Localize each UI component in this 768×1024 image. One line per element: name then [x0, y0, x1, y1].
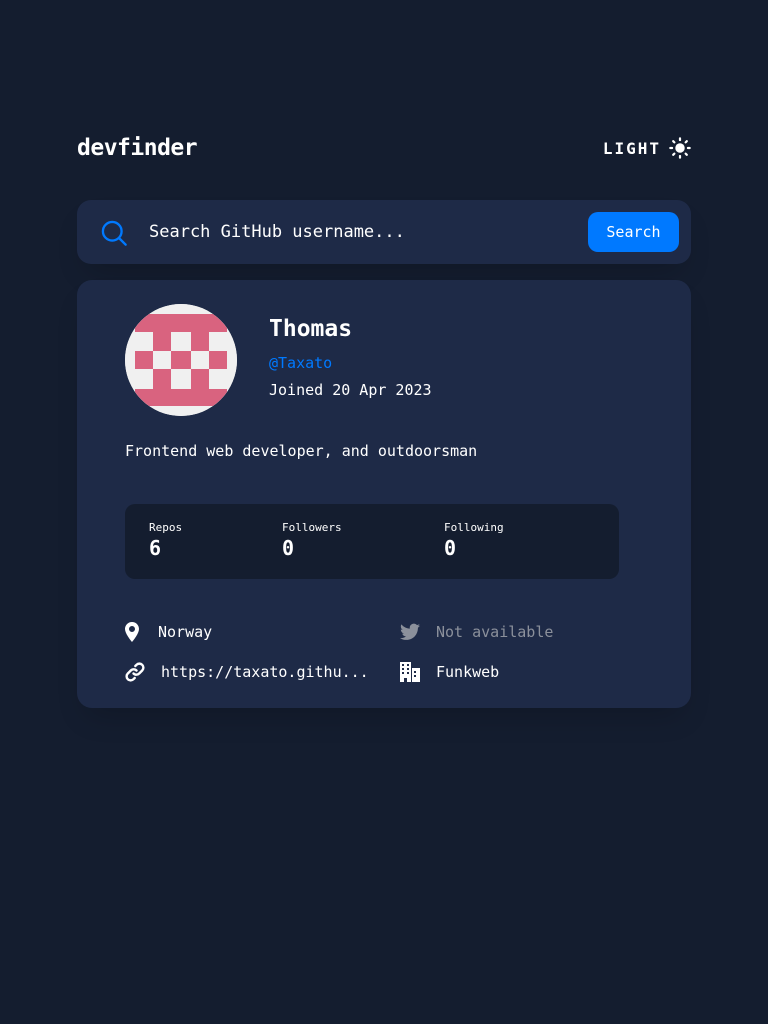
blog-info: https://taxato.githu...: [125, 660, 369, 684]
search-button[interactable]: Search: [588, 212, 679, 252]
twitter-text: Not available: [436, 623, 554, 641]
header: devfinder LIGHT: [77, 128, 691, 168]
office-building-icon: [400, 662, 420, 682]
avatar: [125, 304, 237, 416]
blog-link[interactable]: https://taxato.githu...: [161, 663, 369, 681]
link-icon: [125, 662, 145, 682]
profile-bio: Frontend web developer, and outdoorsman: [125, 442, 478, 460]
stat-followers-value: 0: [282, 536, 295, 560]
location-info: Norway: [125, 620, 212, 644]
location-text: Norway: [158, 623, 213, 641]
profile-joined-date: Joined 20 Apr 2023: [269, 381, 432, 399]
stat-following-label: Following: [444, 521, 504, 534]
twitter-info: Not available: [400, 620, 553, 644]
logo: devfinder: [77, 135, 198, 161]
twitter-icon: [400, 623, 420, 640]
profile-card: Thomas @Taxato Joined 20 Apr 2023 Fronte…: [77, 280, 691, 708]
company-text: Funkweb: [436, 663, 500, 681]
search-bar: Search: [77, 200, 691, 264]
search-icon: [101, 220, 127, 246]
stat-followers-label: Followers: [282, 521, 342, 534]
stat-followers: Followers 0: [282, 521, 342, 560]
stat-following: Following 0: [444, 521, 504, 560]
stats-panel: Repos 6 Followers 0 Following 0: [125, 504, 619, 579]
stat-following-value: 0: [444, 536, 457, 560]
profile-name: Thomas: [269, 316, 353, 342]
location-pin-icon: [125, 622, 139, 642]
stat-repos: Repos 6: [149, 521, 182, 560]
sun-icon[interactable]: [669, 137, 691, 159]
search-input[interactable]: [149, 214, 579, 250]
stat-repos-value: 6: [149, 536, 162, 560]
company-info: Funkweb: [400, 660, 499, 684]
profile-login-link[interactable]: @Taxato: [269, 354, 332, 372]
stat-repos-label: Repos: [149, 521, 183, 534]
theme-toggle[interactable]: LIGHT: [603, 137, 691, 159]
avatar-identicon: [125, 304, 237, 416]
app: devfinder LIGHT Search GitHub username..…: [77, 128, 691, 708]
theme-toggle-label[interactable]: LIGHT: [603, 139, 661, 158]
